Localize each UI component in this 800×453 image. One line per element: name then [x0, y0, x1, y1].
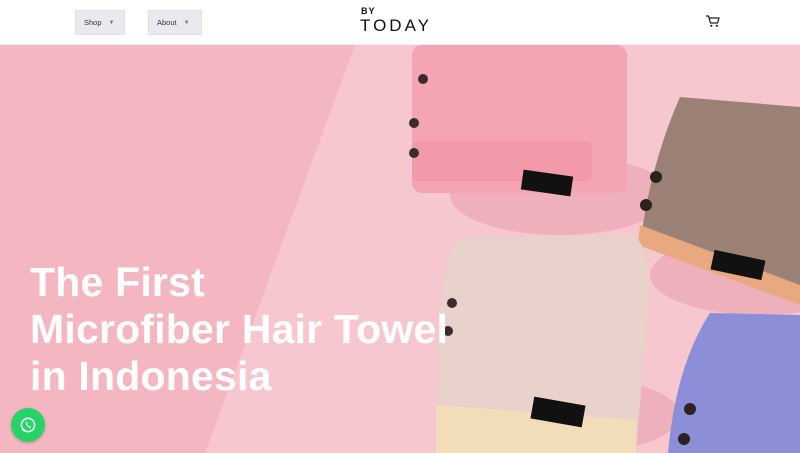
pink-towel	[409, 45, 627, 197]
logo-word-text: TODAY	[360, 16, 432, 35]
nav-about-button[interactable]: About ▼	[148, 10, 202, 35]
brand-logo[interactable]: BY TODAY	[360, 6, 440, 38]
hero-headline: The First Microfiber Hair Towel in Indon…	[30, 259, 448, 400]
nav-shop-label: Shop	[84, 18, 102, 27]
nav-shop-button[interactable]: Shop ▼	[75, 10, 125, 35]
headline-line-2: Microfiber Hair Towel	[30, 306, 449, 352]
hero-banner: The First Microfiber Hair Towel in Indon…	[0, 45, 800, 453]
whatsapp-icon	[20, 417, 36, 433]
chevron-down-icon: ▼	[183, 19, 190, 26]
whatsapp-button[interactable]	[11, 408, 45, 442]
headline-line-3: in Indonesia	[30, 353, 272, 399]
beige-towel	[436, 235, 649, 453]
nav-about-label: About	[157, 18, 177, 27]
logo-by-text: BY	[361, 6, 376, 16]
shopping-cart-icon[interactable]	[705, 14, 721, 28]
chevron-down-icon: ▼	[108, 19, 115, 26]
site-header: Shop ▼ About ▼ BY TODAY	[0, 0, 800, 45]
headline-line-1: The First	[30, 259, 205, 305]
